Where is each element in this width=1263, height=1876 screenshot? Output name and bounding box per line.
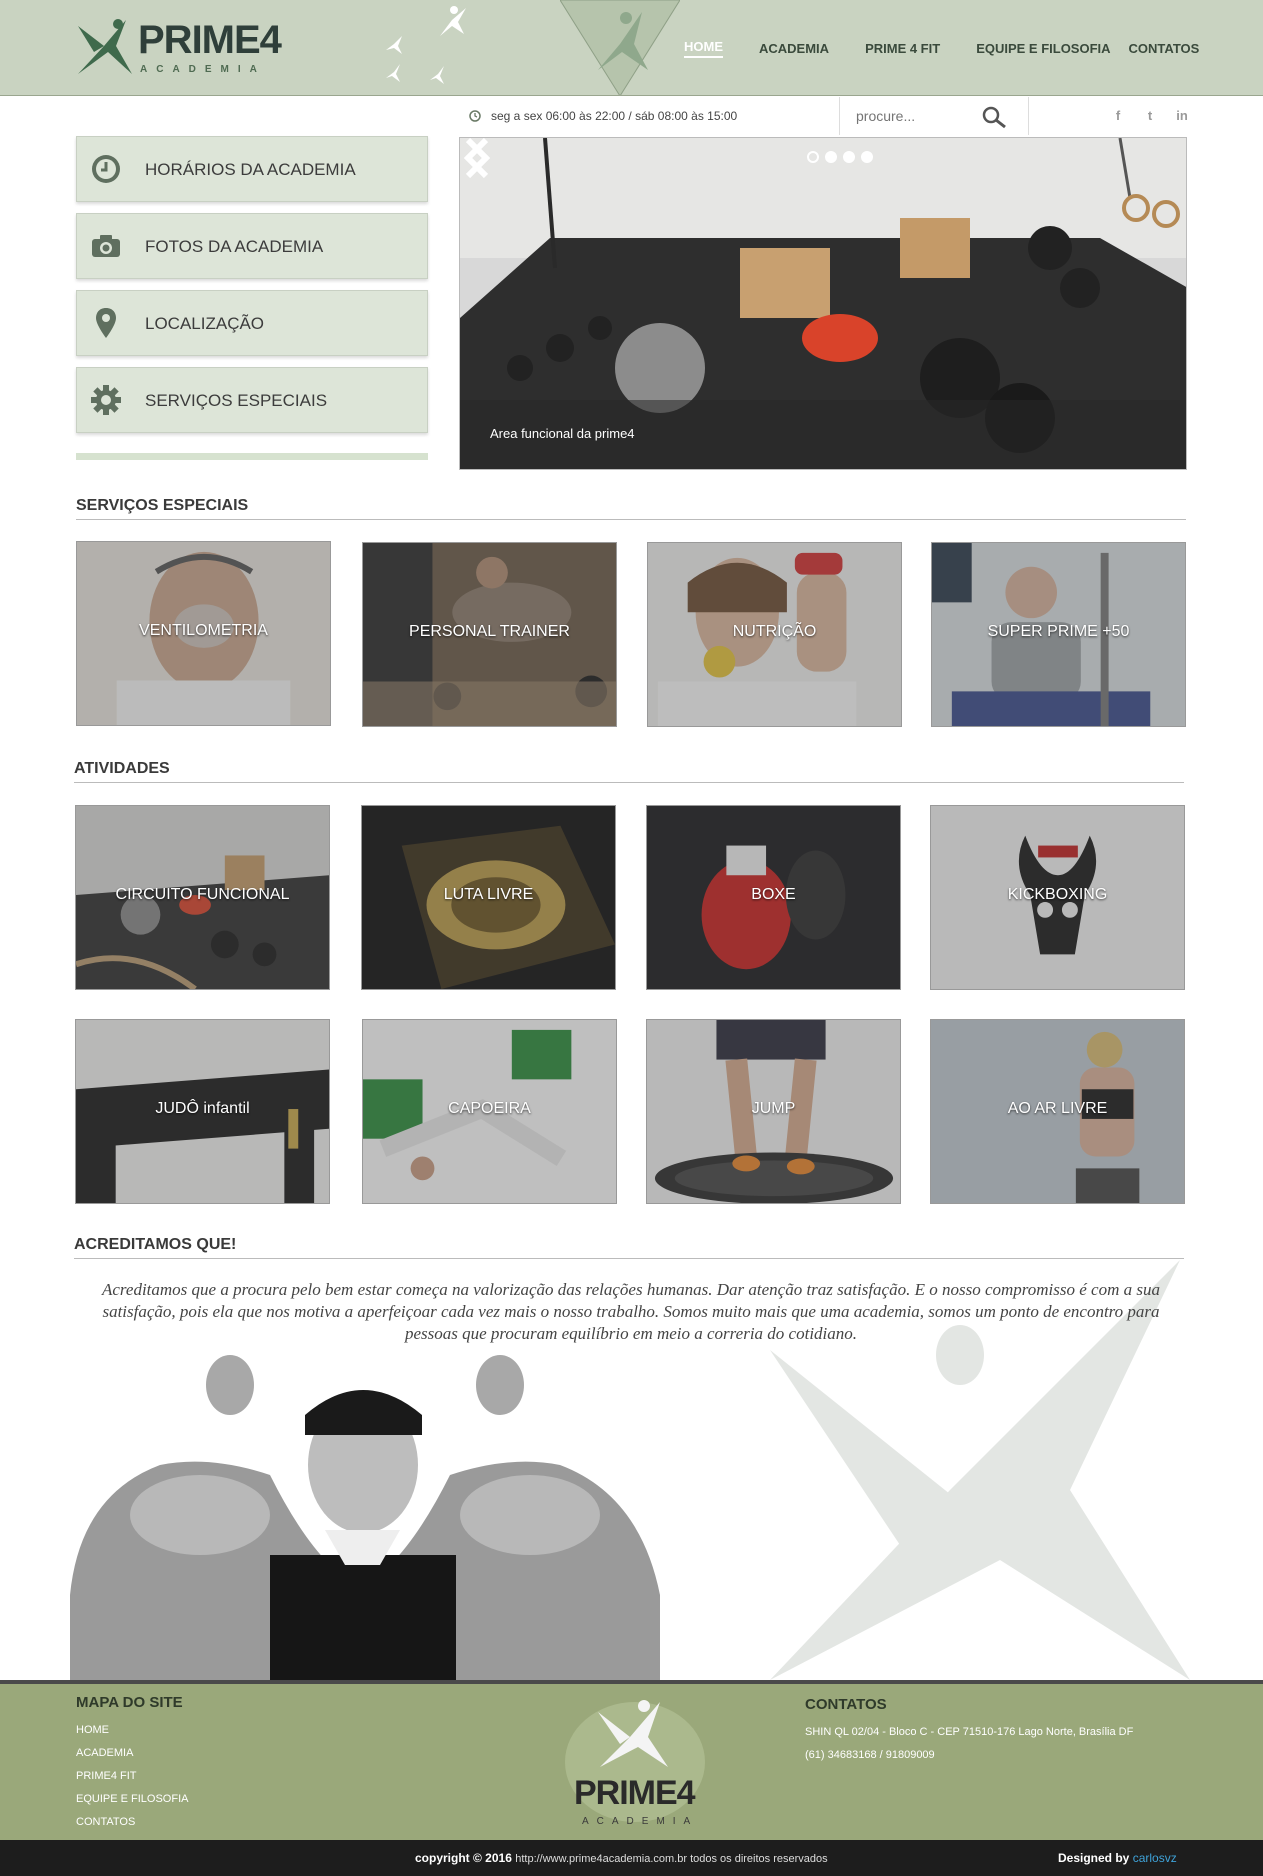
tile-label: CAPOEIRA (448, 1100, 531, 1117)
nav-home[interactable]: HOME (684, 39, 723, 58)
designed-by-label: Designed by (1058, 1851, 1130, 1865)
slider-dot[interactable] (807, 151, 819, 163)
social-links: f t in (1098, 108, 1194, 123)
search-icon[interactable] (981, 105, 1009, 129)
facebook-icon[interactable]: f (1106, 108, 1130, 123)
copyright-bar: copyright © 2016 http://www.prime4academ… (0, 1840, 1263, 1876)
twitter-icon[interactable]: t (1138, 108, 1162, 123)
tile-label: SUPER PRIME +50 (987, 623, 1130, 640)
designed-by: Designed by carlosvz (1058, 1851, 1177, 1865)
copyright: copyright © 2016 http://www.prime4academ… (415, 1851, 828, 1865)
header-diamond-icon (560, 0, 680, 95)
footer-logo-word: PRIME4 (574, 1774, 696, 1812)
tile-luta-livre[interactable]: LUTA LIVRE (361, 805, 616, 990)
side-item-horarios[interactable]: HORÁRIOS DA ACADEMIA (76, 136, 428, 202)
flexing-man-image (70, 1355, 660, 1680)
nav-academia[interactable]: ACADEMIA (759, 41, 829, 56)
slider-next-icon[interactable] (460, 138, 494, 178)
linkedin-icon[interactable]: in (1170, 108, 1194, 123)
footer-link-equipe[interactable]: EQUIPE E FILOSOFIA (76, 1788, 188, 1811)
side-menu: HORÁRIOS DA ACADEMIA FOTOS DA ACADEMIA L… (76, 136, 428, 460)
side-item-label: HORÁRIOS DA ACADEMIA (145, 160, 356, 179)
tile-capoeira[interactable]: CAPOEIRA (362, 1019, 617, 1204)
main-nav: HOME ACADEMIA PRIME 4 FIT EQUIPE E FILOS… (684, 0, 1200, 95)
search-input[interactable] (856, 106, 976, 126)
side-menu-divider (76, 453, 428, 460)
tile-label: BOXE (751, 886, 796, 903)
tile-judo-infantil[interactable]: JUDÔ infantil (75, 1019, 330, 1204)
side-item-localizacao[interactable]: LOCALIZAÇÃO (76, 290, 428, 356)
section-title-acreditamos: ACREDITAMOS QUE! (74, 1236, 1184, 1259)
footer-link-academia[interactable]: ACADEMIA (76, 1742, 188, 1765)
side-item-label: LOCALIZAÇÃO (145, 314, 265, 333)
search-box (839, 97, 1029, 135)
footer-sitemap-title: MAPA DO SITE (76, 1694, 183, 1711)
hours-text: seg a sex 06:00 às 22:00 / sáb 08:00 às … (491, 109, 738, 123)
footer-link-home[interactable]: HOME (76, 1719, 188, 1742)
footer-logo[interactable]: PRIME4 ACADEMIA (560, 1692, 710, 1840)
tile-circuito-funcional[interactable]: CIRCUITO FUNCIONAL (75, 805, 330, 990)
side-item-fotos[interactable]: FOTOS DA ACADEMIA (76, 213, 428, 279)
logo[interactable]: PRIME4 ACADEMIA (74, 14, 284, 80)
footer-contacts: CONTATOS SHIN QL 02/04 - Bloco C - CEP 7… (805, 1696, 1133, 1767)
footer-link-contatos[interactable]: CONTATOS (76, 1811, 188, 1834)
tile-label: VENTILOMETRIA (139, 622, 268, 639)
nav-prime4fit[interactable]: PRIME 4 FIT (865, 41, 940, 56)
opening-hours: seg a sex 06:00 às 22:00 / sáb 08:00 às … (469, 109, 737, 123)
section-title-servicos: SERVIÇOS ESPECIAIS (76, 497, 1186, 520)
tile-personal-trainer[interactable]: PERSONAL TRAINER (362, 542, 617, 727)
slider-caption: Area funcional da prime4 (490, 426, 635, 441)
clock-icon (469, 110, 481, 122)
tile-label: PERSONAL TRAINER (409, 623, 570, 640)
logo-word: PRIME4 (138, 18, 282, 62)
footer-sitemap: MAPA DO SITE HOME ACADEMIA PRIME4 FIT EQ… (76, 1694, 188, 1834)
tile-ventilometria[interactable]: VENTILOMETRIA (76, 541, 331, 726)
camera-icon (92, 235, 120, 257)
tile-ao-ar-livre[interactable]: AO AR LIVRE (930, 1019, 1185, 1204)
footer-address: SHIN QL 02/04 - Bloco C - CEP 71510-176 … (805, 1726, 1134, 1738)
tile-label: JUDÔ infantil (155, 1100, 250, 1117)
hero-slider: Area funcional da prime4 (459, 137, 1187, 470)
tile-super-prime[interactable]: SUPER PRIME +50 (931, 542, 1186, 727)
tile-boxe[interactable]: BOXE (646, 805, 901, 990)
decorative-figures-icon (386, 6, 466, 84)
tile-nutricao[interactable]: NUTRIÇÃO (647, 542, 902, 727)
designer-link[interactable]: carlosvz (1133, 1851, 1177, 1865)
nav-contatos[interactable]: CONTATOS (1129, 41, 1200, 56)
belief-text: Acreditamos que a procura pelo bem estar… (102, 1280, 1160, 1343)
side-item-label: FOTOS DA ACADEMIA (145, 237, 324, 256)
copyright-url[interactable]: http://www.prime4academia.com.br todos o… (515, 1853, 827, 1865)
slider-dot[interactable] (861, 151, 873, 163)
footer-logo-sub: ACADEMIA (582, 1816, 699, 1827)
gear-icon (91, 385, 121, 415)
tile-label: NUTRIÇÃO (732, 623, 817, 640)
footer-link-prime4fit[interactable]: PRIME4 FIT (76, 1765, 188, 1788)
logo-x-icon (78, 19, 132, 74)
tile-label: LUTA LIVRE (443, 886, 534, 903)
side-item-label: SERVIÇOS ESPECIAIS (145, 391, 328, 410)
footer-contacts-title: CONTATOS (805, 1696, 887, 1713)
footer: MAPA DO SITE HOME ACADEMIA PRIME4 FIT EQ… (0, 1680, 1263, 1840)
footer-phones: (61) 34683168 / 91809009 (805, 1749, 935, 1761)
slider-dots (807, 151, 879, 163)
header: PRIME4 ACADEMIA HOME ACADEMIA PRIME 4 FI… (0, 0, 1263, 96)
logo-subtitle: ACADEMIA (140, 64, 266, 75)
tile-label: CIRCUITO FUNCIONAL (115, 886, 290, 903)
tile-label: AO AR LIVRE (1007, 1100, 1108, 1117)
tile-jump[interactable]: JUMP (646, 1019, 901, 1204)
tile-label: KICKBOXING (1007, 886, 1108, 903)
slider-dot[interactable] (825, 151, 837, 163)
tile-label: JUMP (751, 1100, 796, 1117)
topbar: seg a sex 06:00 às 22:00 / sáb 08:00 às … (0, 97, 1263, 135)
section-title-atividades: ATIVIDADES (74, 760, 1184, 783)
map-pin-icon (96, 308, 116, 338)
side-item-servicos[interactable]: SERVIÇOS ESPECIAIS (76, 367, 428, 433)
clock-icon (92, 155, 120, 183)
tile-kickboxing[interactable]: KICKBOXING (930, 805, 1185, 990)
nav-equipe[interactable]: EQUIPE E FILOSOFIA (976, 41, 1110, 56)
slider-dot[interactable] (843, 151, 855, 163)
copyright-text: copyright © 2016 (415, 1851, 512, 1865)
